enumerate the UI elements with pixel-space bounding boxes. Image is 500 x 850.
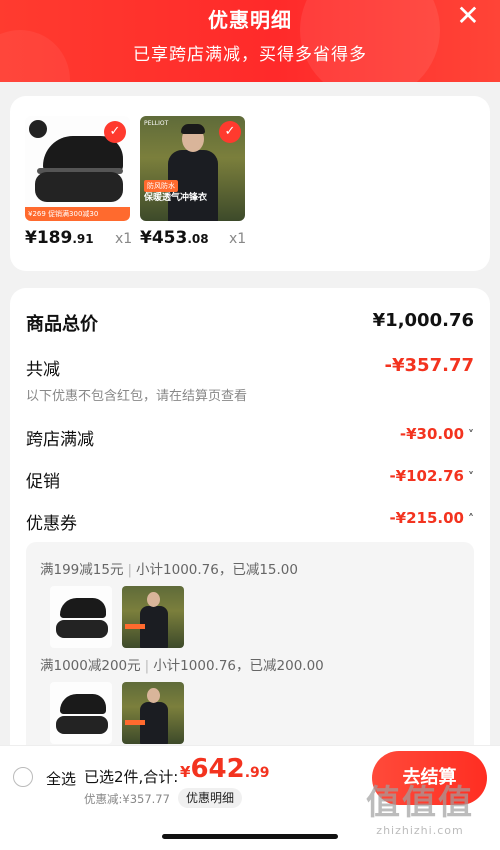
page-subtitle: 已享跨店满减，买得多省得多 xyxy=(133,45,367,65)
discount-note: 以下优惠不包含红包，请在结算页查看 xyxy=(26,389,248,404)
header: 优惠明细 已享跨店满减，买得多省得多 ✕ xyxy=(0,0,500,82)
product-image: PELLIOT 防风防水 保暖透气冲锋衣 ✓ xyxy=(140,116,245,221)
coupon-detail-box: 满199减15元 | 小计1000.76，已减15.00 满1000减200元 | 小计… xyxy=(26,542,474,768)
select-all-label[interactable]: 全选 xyxy=(46,768,76,789)
watermark: 值值值 zhizhizhi.com xyxy=(366,783,474,837)
discount-item-value: -¥102.76 xyxy=(389,467,464,485)
product-price: ¥453.08 xyxy=(140,228,209,248)
discount-item-promotion[interactable]: 促销 -¥102.76 ˅ xyxy=(26,467,474,492)
total-row: 商品总价 ¥1,000.76 xyxy=(26,310,474,336)
product-qty: x1 xyxy=(229,231,247,247)
coupon-rule: 满199减15元 | 小计1000.76，已减15.00 xyxy=(40,562,298,578)
product-item-jacket[interactable]: PELLIOT 防风防水 保暖透气冲锋衣 ✓ ¥453.08 x1 xyxy=(140,116,246,248)
brand-logo xyxy=(29,120,47,138)
product-label: 保暖透气冲锋衣 xyxy=(144,193,208,203)
discount-item-label: 优惠券 xyxy=(26,514,77,534)
promo-tag: ¥269 促销满300减30 xyxy=(25,207,130,221)
discount-item-value: -¥30.00 xyxy=(399,425,464,443)
chevron-down-icon: ˅ xyxy=(468,470,474,484)
discount-value: -¥357.77 xyxy=(384,355,474,376)
coupon-rule: 满1000减200元 | 小计1000.76，已减200.00 xyxy=(40,658,324,674)
saved-amount: 优惠减:¥357.77 xyxy=(84,792,170,806)
coupon-product-thumb-shoe xyxy=(50,682,112,744)
product-qty: x1 xyxy=(115,231,133,247)
discount-detail-button[interactable]: 优惠明细 xyxy=(178,788,243,808)
discount-item-coupon[interactable]: 优惠券 -¥215.00 ˄ xyxy=(26,509,474,534)
chevron-up-icon: ˄ xyxy=(468,512,474,526)
discount-item-value: -¥215.00 xyxy=(389,509,464,527)
brand-logo: PELLIOT xyxy=(144,120,169,127)
product-image: ¥269 促销满300减30 ✓ xyxy=(25,116,130,221)
total-value: ¥1,000.76 xyxy=(372,310,474,331)
close-icon[interactable]: ✕ xyxy=(454,2,482,30)
select-all-radio[interactable] xyxy=(13,767,33,787)
discount-summary-card: 商品总价 ¥1,000.76 共减 -¥357.77 以下优惠不包含红包，请在结… xyxy=(10,288,490,768)
shoe-sole-image xyxy=(35,172,123,202)
total-amount: ¥642.99 xyxy=(180,754,270,784)
home-indicator xyxy=(162,834,338,839)
total-label: 商品总价 xyxy=(26,314,98,335)
check-icon[interactable]: ✓ xyxy=(104,121,126,143)
product-item-shoe[interactable]: ¥269 促销满300减30 ✓ ¥189.91 x1 xyxy=(25,116,132,248)
discount-row: 共减 -¥357.77 xyxy=(26,355,474,380)
chevron-down-icon: ˅ xyxy=(468,428,474,442)
discount-label: 共减 xyxy=(26,360,60,380)
selected-summary: 已选2件,合计: xyxy=(84,768,179,786)
check-icon[interactable]: ✓ xyxy=(219,121,241,143)
discount-item-label: 跨店满减 xyxy=(26,430,94,450)
coupon-product-thumb-jacket xyxy=(122,682,184,744)
selected-products-card: ¥269 促销满300减30 ✓ ¥189.91 x1 PELLIOT 防风防水… xyxy=(10,96,490,271)
coupon-product-thumb-shoe xyxy=(50,586,112,648)
discount-item-cross-store[interactable]: 跨店满减 -¥30.00 ˅ xyxy=(26,425,474,450)
page-title: 优惠明细 xyxy=(208,8,292,32)
product-price: ¥189.91 xyxy=(25,228,94,248)
discount-item-label: 促销 xyxy=(26,472,60,492)
coupon-product-thumb-jacket xyxy=(122,586,184,648)
